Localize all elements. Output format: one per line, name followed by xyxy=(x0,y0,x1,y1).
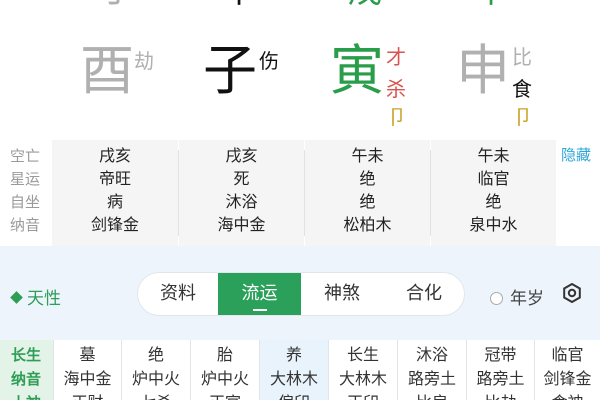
label-shishen: 十神 xyxy=(11,391,41,400)
pillar-column: 戌亥 帝旺 病 剑锋金 xyxy=(52,140,178,246)
cell: 松柏木 xyxy=(343,215,392,234)
cell: 大林木 xyxy=(338,369,387,388)
branch-relation-bottom: 杀 xyxy=(386,77,406,101)
label-kongwang: 空亡 xyxy=(10,147,41,165)
label-changsheng: 长生 xyxy=(11,346,42,364)
cell: 泉中水 xyxy=(469,215,518,234)
dayun-table: 长生 纳音 十神 墓 海中金 正财 绝 炉中火 七杀 胎 炉中火 正官 养 大林… xyxy=(0,340,600,400)
label-nayin: 纳音 xyxy=(10,216,41,234)
cell: 胎 xyxy=(216,345,233,364)
top-stem-4: 甲 xyxy=(474,0,508,8)
label-nayin: 纳音 xyxy=(11,370,42,388)
dayun-column[interactable]: 胎 炉中火 正官 xyxy=(190,340,259,400)
branch-char: 申 xyxy=(456,39,510,102)
pillar-column: 戌亥 死 沐浴 海中金 xyxy=(179,140,304,246)
cell: 绝 xyxy=(359,169,376,188)
cell: 正印 xyxy=(329,391,397,400)
tab-liuyun-label: 流运 xyxy=(241,283,278,304)
branch-pillar-1: 酉 劫 xyxy=(80,40,180,130)
cell: 墓 xyxy=(79,345,96,364)
tab-hehua[interactable]: 合化 xyxy=(383,273,464,315)
top-stem-1: 丁 xyxy=(100,0,134,8)
liunian-label: 年岁 xyxy=(510,289,544,309)
cell: 临官 xyxy=(477,169,510,188)
cell: 剑锋金 xyxy=(90,215,139,234)
cell: 七杀 xyxy=(122,391,190,400)
cell: 路旁土 xyxy=(476,369,525,388)
cell: 正财 xyxy=(54,391,121,400)
cell: 午未 xyxy=(477,146,510,165)
cell: 路旁土 xyxy=(407,369,456,388)
diamond-icon xyxy=(10,291,23,304)
dayun-labels: 长生 纳音 十神 xyxy=(0,340,53,400)
cell: 临官 xyxy=(551,345,584,364)
dayun-column[interactable]: 长生 大林木 正印 xyxy=(328,340,397,400)
tab-shensha[interactable]: 神煞 xyxy=(301,273,383,315)
tab-ziliao[interactable]: 资料 xyxy=(138,273,218,315)
active-tab-indicator xyxy=(252,309,267,312)
branch-char: 寅 xyxy=(330,39,384,102)
branch-relation-top: 比 xyxy=(512,45,532,69)
hide-link[interactable]: 隐藏 xyxy=(561,144,591,165)
cell: 炉中火 xyxy=(131,369,180,388)
cell: 比劫 xyxy=(467,391,534,400)
tab-liuyun[interactable]: 流运 xyxy=(218,273,301,315)
cell: 大林木 xyxy=(269,369,318,388)
dayun-column[interactable]: 绝 炉中火 七杀 xyxy=(121,340,190,400)
cell: 午未 xyxy=(351,146,384,165)
cell: 沐浴 xyxy=(415,345,448,364)
top-stem-3: 戊 xyxy=(348,0,382,8)
pillar-table: 空亡 星运 自坐 纳音 戌亥 帝旺 病 剑锋金 戌亥 死 沐浴 海中金 午未 绝… xyxy=(0,140,556,246)
tianxing-link[interactable]: 天性 xyxy=(10,284,61,309)
cell: 养 xyxy=(285,345,302,364)
cell: 病 xyxy=(106,192,123,211)
cell: 海中金 xyxy=(63,369,112,388)
cell: 冠带 xyxy=(484,345,517,364)
tianxing-label: 天性 xyxy=(27,289,61,309)
label-zizuo: 自坐 xyxy=(10,193,41,211)
cell: 绝 xyxy=(485,192,502,211)
cell: 炉中火 xyxy=(200,369,249,388)
branch-char: 酉 xyxy=(80,39,134,102)
cell: 偏印 xyxy=(260,391,328,400)
liunian-toggle[interactable]: 年岁 xyxy=(490,284,544,309)
radio-icon[interactable] xyxy=(490,292,503,305)
branch-sub-mark: 卩 xyxy=(387,105,407,129)
branch-sub-mark: 卩 xyxy=(513,105,533,129)
settings-gear-icon[interactable] xyxy=(562,283,582,303)
pillar-column: 午未 临官 绝 泉中水 xyxy=(431,140,556,246)
cell: 绝 xyxy=(359,192,376,211)
label-xingyun: 星运 xyxy=(10,170,41,188)
cell: 海中金 xyxy=(217,215,266,234)
cell: 绝 xyxy=(147,345,164,364)
cell: 戌亥 xyxy=(225,146,258,165)
tab-bar: 资料 流运 神煞 合化 xyxy=(137,272,465,316)
cell: 食神 xyxy=(535,391,600,400)
branch-char: 子 xyxy=(203,39,257,102)
dayun-column[interactable]: 冠带 路旁土 比劫 xyxy=(466,340,534,400)
dayun-column[interactable]: 墓 海中金 正财 xyxy=(53,340,121,400)
branch-relation-bottom: 食 xyxy=(512,77,532,101)
pillar-table-labels: 空亡 星运 自坐 纳音 xyxy=(0,140,52,246)
dayun-column[interactable]: 沐浴 路旁土 比肩 xyxy=(397,340,466,400)
branch-relation: 伤 xyxy=(259,49,279,73)
cell: 死 xyxy=(233,169,250,188)
branch-relation-top: 才 xyxy=(386,45,406,69)
branch-relation: 劫 xyxy=(134,49,154,73)
cell: 帝旺 xyxy=(98,169,131,188)
dayun-column-selected[interactable]: 养 大林木 偏印 xyxy=(259,340,328,400)
cell: 正官 xyxy=(191,391,259,400)
dayun-column[interactable]: 临官 剑锋金 食神 xyxy=(534,340,600,400)
cell: 剑锋金 xyxy=(543,369,592,388)
cell: 戌亥 xyxy=(98,146,131,165)
cell: 沐浴 xyxy=(225,192,258,211)
branch-pillar-3: 寅 才 杀 卩 xyxy=(330,40,430,130)
cell: 长生 xyxy=(346,345,379,364)
top-stem-2: 甲 xyxy=(222,0,256,8)
branch-pillar-2: 子 伤 xyxy=(203,40,303,130)
pillar-column: 午未 绝 绝 松柏木 xyxy=(305,140,430,246)
branch-pillar-4: 申 比 食 卩 xyxy=(456,40,556,130)
cell: 比肩 xyxy=(398,391,466,400)
